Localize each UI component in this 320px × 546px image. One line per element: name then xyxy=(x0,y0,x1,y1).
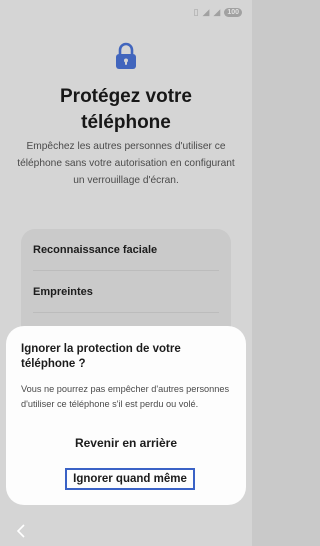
navigation-bar xyxy=(0,516,252,546)
skip-protection-dialog: Ignorer la protection de votre téléphone… xyxy=(6,326,246,505)
go-back-button[interactable]: Revenir en arrière xyxy=(6,436,246,450)
dialog-message: Vous ne pourrez pas empêcher d'autres pe… xyxy=(21,384,230,409)
dialog-title: Ignorer la protection de votre téléphone… xyxy=(21,343,181,370)
ignore-anyway-button[interactable]: Ignorer quand même xyxy=(65,468,195,490)
back-arrow-icon[interactable] xyxy=(14,523,28,539)
